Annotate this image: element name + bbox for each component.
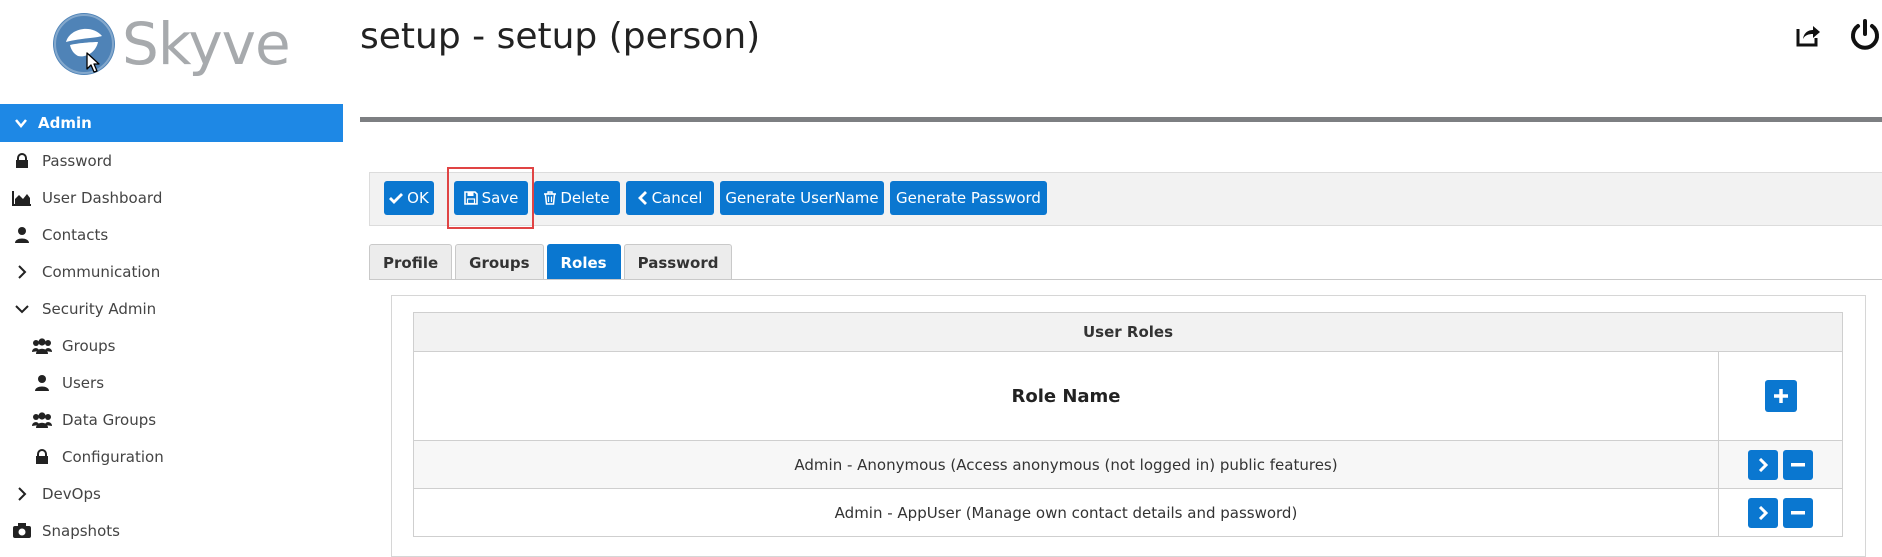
role-name-cell: Admin - Anonymous (Access anonymous (not…	[794, 455, 1338, 474]
generate-password-button[interactable]: Generate Password	[890, 181, 1047, 215]
user-roles-grid: User Roles Role Name Admin - Anonymous (…	[413, 312, 1843, 537]
chevron-down-icon	[12, 304, 32, 314]
tab-roles[interactable]: Roles	[546, 244, 621, 280]
sidebar-item-configuration[interactable]: Configuration	[0, 438, 343, 475]
sidebar-item-label: Security Admin	[42, 299, 157, 318]
sidebar-item-label: Communication	[42, 262, 161, 281]
tab-label: Roles	[560, 253, 607, 272]
delete-label: Delete	[560, 189, 610, 207]
generate-username-label: Generate UserName	[725, 189, 879, 207]
open-role-button[interactable]	[1748, 449, 1778, 480]
share-icon[interactable]	[1794, 21, 1822, 49]
page-title: setup - setup (person)	[360, 16, 761, 57]
sidebar-item-label: DevOps	[42, 484, 101, 503]
tab-label: Profile	[383, 253, 439, 272]
column-header-role-name: Role Name	[1011, 385, 1121, 407]
sidebar: Admin Password User Dashboard Contacts C…	[0, 104, 343, 549]
ok-label: OK	[407, 189, 429, 207]
row-actions	[1718, 441, 1842, 488]
sidebar-module-label: Admin	[38, 114, 92, 132]
sidebar-item-devops[interactable]: DevOps	[0, 475, 343, 512]
sidebar-item-user-dashboard[interactable]: User Dashboard	[0, 179, 343, 216]
sidebar-item-communication[interactable]: Communication	[0, 253, 343, 290]
tab-label: Password	[637, 253, 719, 272]
generate-username-button[interactable]: Generate UserName	[720, 181, 884, 215]
power-icon[interactable]	[1848, 18, 1882, 52]
sidebar-item-label: User Dashboard	[42, 188, 163, 207]
delete-button[interactable]: Delete	[534, 181, 620, 215]
table-row[interactable]: Admin - AppUser (Manage own contact deta…	[414, 489, 1842, 537]
cancel-button[interactable]: Cancel	[626, 181, 714, 215]
sidebar-item-label: Contacts	[42, 225, 109, 244]
lock-icon	[32, 448, 52, 465]
save-highlight-box	[447, 167, 534, 229]
check-icon	[389, 193, 404, 204]
chevron-down-icon	[15, 119, 27, 128]
minus-icon	[1791, 462, 1805, 466]
cancel-label: Cancel	[651, 189, 703, 207]
trash-icon	[544, 191, 557, 205]
sidebar-item-label: Users	[62, 373, 105, 392]
row-actions	[1718, 489, 1842, 536]
role-name-cell: Admin - AppUser (Manage own contact deta…	[834, 503, 1298, 522]
lock-icon	[12, 152, 32, 169]
chevron-right-icon	[12, 264, 32, 279]
sidebar-item-security-admin[interactable]: Security Admin	[0, 290, 343, 327]
sidebar-item-label: Snapshots	[42, 521, 120, 540]
brand-name: Skyve	[122, 10, 291, 78]
users-icon	[32, 411, 52, 428]
remove-role-button[interactable]	[1783, 449, 1813, 480]
mouse-cursor-icon	[86, 52, 100, 73]
chevron-right-icon	[12, 486, 32, 501]
area-chart-icon	[12, 190, 32, 206]
add-role-button[interactable]	[1764, 380, 1797, 412]
sidebar-item-label: Configuration	[62, 447, 164, 466]
tab-password[interactable]: Password	[623, 244, 733, 280]
sidebar-item-groups[interactable]: Groups	[0, 327, 343, 364]
title-divider	[360, 117, 1882, 122]
tab-divider	[369, 279, 1882, 280]
minus-icon	[1791, 510, 1805, 514]
user-icon	[12, 226, 32, 243]
grid-title: User Roles	[414, 313, 1842, 352]
grid-header-actions	[1718, 352, 1842, 440]
sidebar-item-label: Groups	[62, 336, 116, 355]
chevron-right-icon	[1758, 505, 1768, 520]
open-role-button[interactable]	[1748, 497, 1778, 528]
plus-icon	[1773, 389, 1788, 403]
chevron-left-icon	[637, 191, 647, 205]
table-row[interactable]: Admin - Anonymous (Access anonymous (not…	[414, 441, 1842, 489]
user-icon	[32, 374, 52, 391]
sidebar-item-contacts[interactable]: Contacts	[0, 216, 343, 253]
tab-label: Groups	[469, 253, 530, 272]
users-icon	[32, 337, 52, 354]
generate-password-label: Generate Password	[896, 189, 1041, 207]
ok-button[interactable]: OK	[384, 181, 434, 215]
tab-bar: Profile Groups Roles Password	[369, 244, 733, 280]
sidebar-module-admin[interactable]: Admin	[0, 104, 343, 142]
tab-groups[interactable]: Groups	[455, 244, 544, 280]
sidebar-item-users[interactable]: Users	[0, 364, 343, 401]
sidebar-item-password[interactable]: Password	[0, 142, 343, 179]
camera-icon	[12, 523, 32, 538]
sidebar-item-snapshots[interactable]: Snapshots	[0, 512, 343, 549]
chevron-right-icon	[1758, 457, 1768, 472]
sidebar-item-label: Data Groups	[62, 410, 157, 429]
remove-role-button[interactable]	[1783, 497, 1813, 528]
sidebar-item-data-groups[interactable]: Data Groups	[0, 401, 343, 438]
header-actions	[1794, 18, 1882, 52]
grid-header-row: Role Name	[414, 352, 1842, 441]
sidebar-item-label: Password	[42, 151, 113, 170]
skyve-logo-icon	[53, 13, 115, 75]
tab-profile[interactable]: Profile	[369, 244, 453, 280]
action-toolbar: OK Save Delete Cancel Generate UserName …	[369, 172, 1882, 226]
